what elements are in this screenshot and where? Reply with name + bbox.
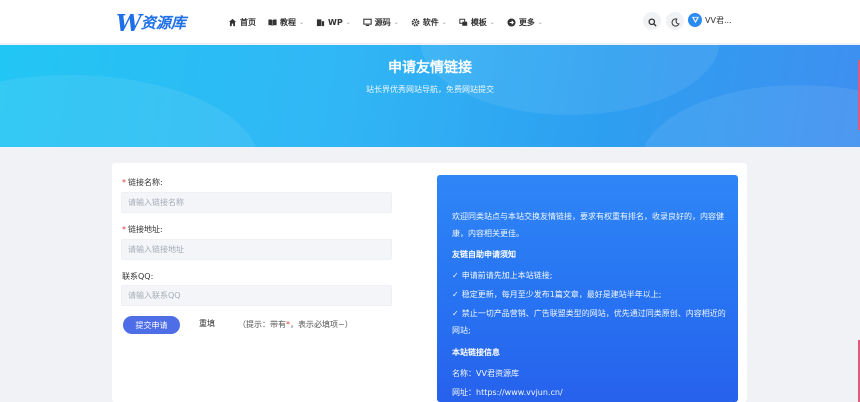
link-url-label-text: 链接地址:	[128, 225, 163, 234]
nav-more[interactable]: 更多 ⌄	[507, 17, 543, 28]
nav-tutorials-label: 教程	[280, 17, 296, 27]
logo-text: 资源库	[140, 13, 186, 32]
nav-home-label: 首页	[240, 17, 256, 27]
avatar	[688, 13, 702, 27]
chevron-down-icon: ⌄	[537, 18, 543, 26]
contact-qq-input[interactable]	[121, 285, 392, 306]
check-icon: ✓	[452, 271, 459, 280]
nav-source-code-label: 源码	[374, 17, 391, 27]
chevron-down-icon: ⌄	[489, 18, 495, 26]
top-header: W 资源库 首页 教程 ⌄ WP ⌄ 源码 ⌄ 软件 ⌄ 模板 ⌄ 更多 ⌄ V…	[0, 0, 860, 44]
user-name: VV君...	[705, 15, 732, 25]
rule-text: 申请前请先加上本站链接;	[461, 271, 553, 280]
site-info-heading: 本站链接信息	[452, 348, 500, 357]
rule-item: ✓ 申请前请先加上本站链接;	[452, 267, 730, 284]
wordpress-icon	[316, 18, 325, 27]
required-mark: *	[122, 178, 126, 187]
main-nav: 首页 教程 ⌄ WP ⌄ 源码 ⌄ 软件 ⌄ 模板 ⌄ 更多 ⌄	[228, 14, 555, 30]
rule-text: 禁止一切产品营销、广告联盟类型的网站，优先通过同类原创、内容相近的网站;	[452, 309, 726, 335]
link-name-input[interactable]	[121, 192, 392, 213]
page-banner: 申请友情链接 站长界优秀网站导航，免费网站提交	[0, 45, 860, 147]
monitor-icon	[363, 18, 372, 27]
rules-heading: 友链自助申请须知	[452, 250, 516, 259]
book-icon	[268, 18, 277, 27]
chevron-down-icon: ⌄	[441, 18, 447, 26]
link-url-input[interactable]	[121, 239, 392, 260]
required-hint: （提示：带有*，表示必填项~）	[238, 319, 353, 330]
home-icon	[228, 18, 237, 27]
hint-suffix: ，表示必填项~）	[290, 320, 353, 329]
nav-home[interactable]: 首页	[228, 17, 256, 28]
dark-mode-toggle[interactable]	[666, 12, 684, 30]
site-url: 网址：https://www.vvjun.cn/	[452, 388, 563, 397]
page-title: 申请友情链接	[388, 60, 472, 76]
nav-source-code[interactable]: 源码 ⌄	[363, 17, 399, 28]
nav-software[interactable]: 软件 ⌄	[411, 17, 447, 28]
submit-button[interactable]: 提交申请	[123, 316, 180, 334]
apply-link-card: *链接名称: *链接地址: 联系QQ: 提交申请 重填 （提示：带有*，表示必填…	[112, 163, 747, 402]
rule-item: ✓ 稳定更新，每月至少发布1篇文章，最好是建站半年以上;	[452, 286, 730, 303]
moon-icon	[671, 12, 680, 31]
rule-text: 稳定更新，每月至少发布1篇文章，最好是建站半年以上;	[461, 290, 662, 299]
page-subtitle: 站长界优秀网站导航，免费网站提交	[366, 85, 494, 94]
link-name-label: * 链接名称:	[122, 177, 163, 188]
chevron-down-icon: ⌄	[393, 18, 399, 26]
link-name-label-text: 链接名称:	[128, 178, 163, 187]
nav-more-label: 更多	[518, 17, 535, 27]
contact-qq-label: 联系QQ:	[122, 271, 153, 282]
nav-templates[interactable]: 模板 ⌄	[459, 17, 495, 28]
logo-mark: W	[116, 9, 142, 37]
template-icon	[459, 18, 468, 27]
site-name: 名称：VV君资源库	[452, 369, 519, 378]
gear-icon	[411, 18, 420, 27]
check-icon: ✓	[452, 309, 459, 318]
link-url-label: * 链接地址:	[122, 224, 163, 235]
search-button[interactable]	[643, 12, 661, 30]
info-panel: 欢迎同类站点与本站交换友情链接，要求有权重有排名，收录良好的，内容健康，内容相关…	[437, 175, 738, 402]
chevron-down-icon: ⌄	[299, 18, 305, 26]
user-menu[interactable]: VV君...	[688, 13, 732, 27]
nav-tutorials[interactable]: 教程 ⌄	[268, 17, 304, 28]
hint-prefix: （提示：带有	[238, 320, 286, 329]
intro-text: 欢迎同类站点与本站交换友情链接，要求有权重有排名，收录良好的，内容健康，内容相关…	[452, 212, 724, 238]
contact-qq-label-text: 联系QQ:	[122, 272, 154, 281]
arrow-circle-icon	[507, 17, 516, 27]
site-logo[interactable]: W 资源库	[116, 11, 186, 35]
nav-templates-label: 模板	[470, 17, 487, 27]
search-icon	[647, 12, 657, 31]
nav-software-label: 软件	[422, 17, 439, 27]
required-mark: *	[122, 225, 126, 234]
check-icon: ✓	[452, 290, 459, 299]
banner-decoration	[420, 45, 720, 115]
chevron-down-icon: ⌄	[345, 18, 351, 26]
nav-wp-label: WP	[328, 17, 343, 27]
nav-wp[interactable]: WP ⌄	[316, 18, 351, 27]
reset-button[interactable]: 重填	[199, 318, 215, 329]
rule-item: ✓ 禁止一切产品营销、广告联盟类型的网站，优先通过同类原创、内容相近的网站;	[452, 305, 730, 339]
